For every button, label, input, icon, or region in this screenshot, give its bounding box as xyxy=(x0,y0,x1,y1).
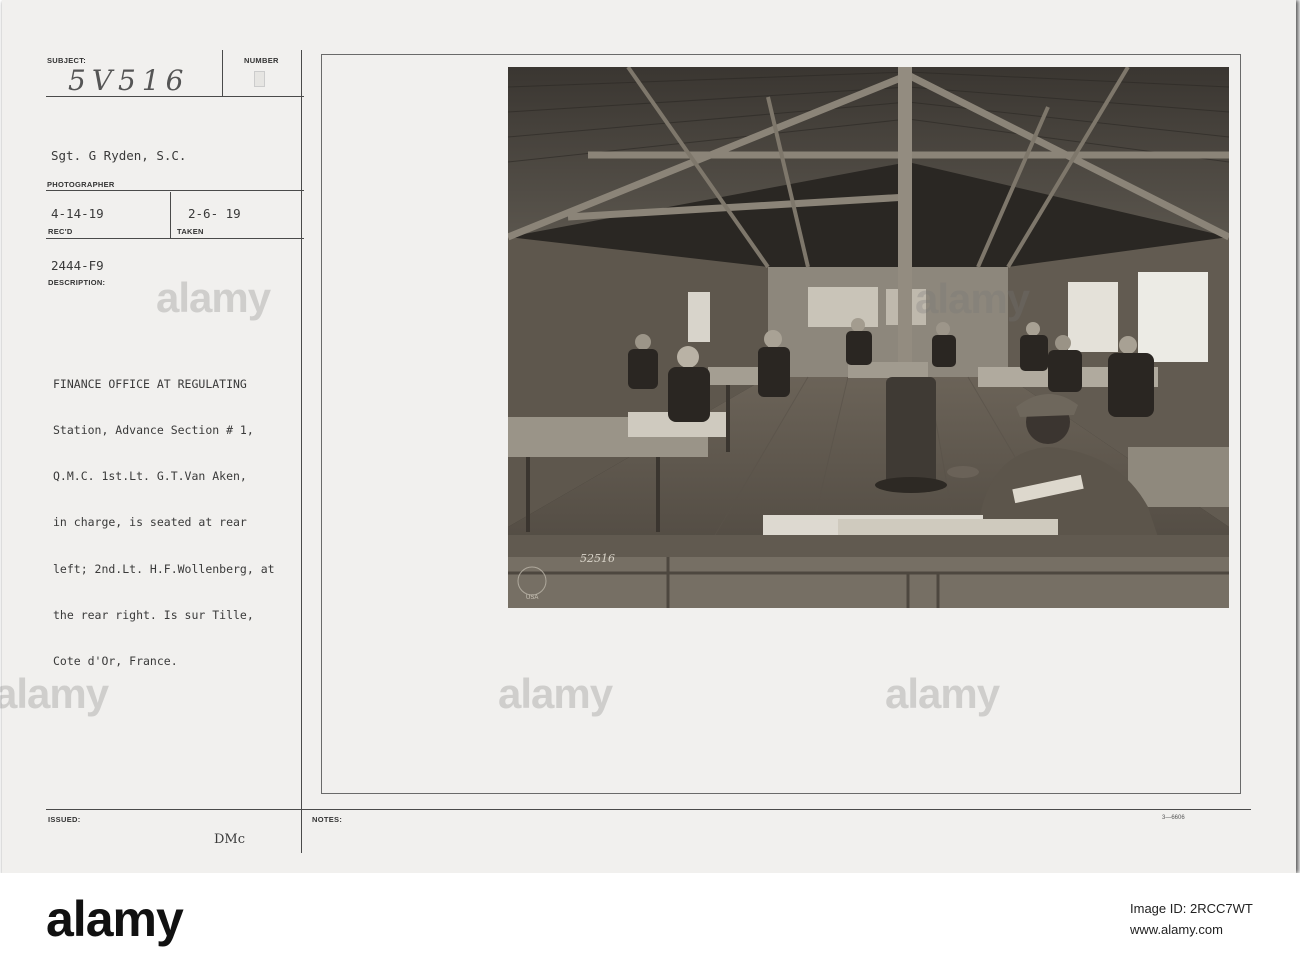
dates-rule xyxy=(46,238,304,239)
taken-date: 2-6- 19 xyxy=(188,206,241,221)
form-number: 3—6606 xyxy=(1162,815,1185,821)
issued-label: ISSUED: xyxy=(48,815,81,824)
description-label: DESCRIPTION: xyxy=(48,278,106,287)
description-text: FINANCE OFFICE AT REGULATING Station, Ad… xyxy=(53,346,333,700)
recd-date: 4-14-19 xyxy=(51,206,104,221)
photographer-rule xyxy=(46,190,304,191)
description-line: Station, Advance Section # 1, xyxy=(53,423,254,438)
stock-logo: alamy xyxy=(46,891,184,947)
number-label: NUMBER xyxy=(244,56,279,65)
stock-footer xyxy=(0,873,1300,963)
description-line: in charge, is seated at rear xyxy=(53,515,247,530)
negative-number: 52516 xyxy=(580,552,615,565)
subject-number-divider xyxy=(222,50,223,96)
subject-number: 5V516 xyxy=(68,64,190,97)
finance-office-scene: 52516 USA xyxy=(508,67,1229,608)
file-code: 2444-F9 xyxy=(51,258,104,273)
archival-photograph: 52516 USA xyxy=(508,67,1229,608)
notes-label: NOTES: xyxy=(312,815,343,824)
stock-url: www.alamy.com xyxy=(1130,922,1223,937)
watermark: alamy xyxy=(0,670,109,717)
watermark: alamy xyxy=(156,274,271,321)
watermark: alamy xyxy=(498,670,613,717)
issued-by: DMc xyxy=(214,832,246,847)
stamp-text: USA xyxy=(526,595,538,601)
description-line: left; 2nd.Lt. H.F.Wollenberg, at xyxy=(53,561,275,576)
watermark: alamy xyxy=(885,670,1000,717)
taken-label: TAKEN xyxy=(177,227,204,236)
description-line: FINANCE OFFICE AT REGULATING xyxy=(53,376,247,391)
watermark: alamy xyxy=(915,275,1030,322)
number-stamp-box xyxy=(254,71,265,87)
image-id: Image ID: 2RCC7WT xyxy=(1130,901,1253,916)
photographer-label: PHOTOGRAPHER xyxy=(47,180,115,189)
dates-divider xyxy=(170,192,171,238)
footer-rule xyxy=(46,809,1251,810)
description-line: Q.M.C. 1st.Lt. G.T.Van Aken, xyxy=(53,469,247,484)
recd-label: REC'D xyxy=(48,227,73,236)
description-line: Cote d'Or, France. xyxy=(53,654,178,669)
description-line: the rear right. Is sur Tille, xyxy=(53,607,254,622)
photographer-name: Sgt. G Ryden, S.C. xyxy=(51,148,187,163)
